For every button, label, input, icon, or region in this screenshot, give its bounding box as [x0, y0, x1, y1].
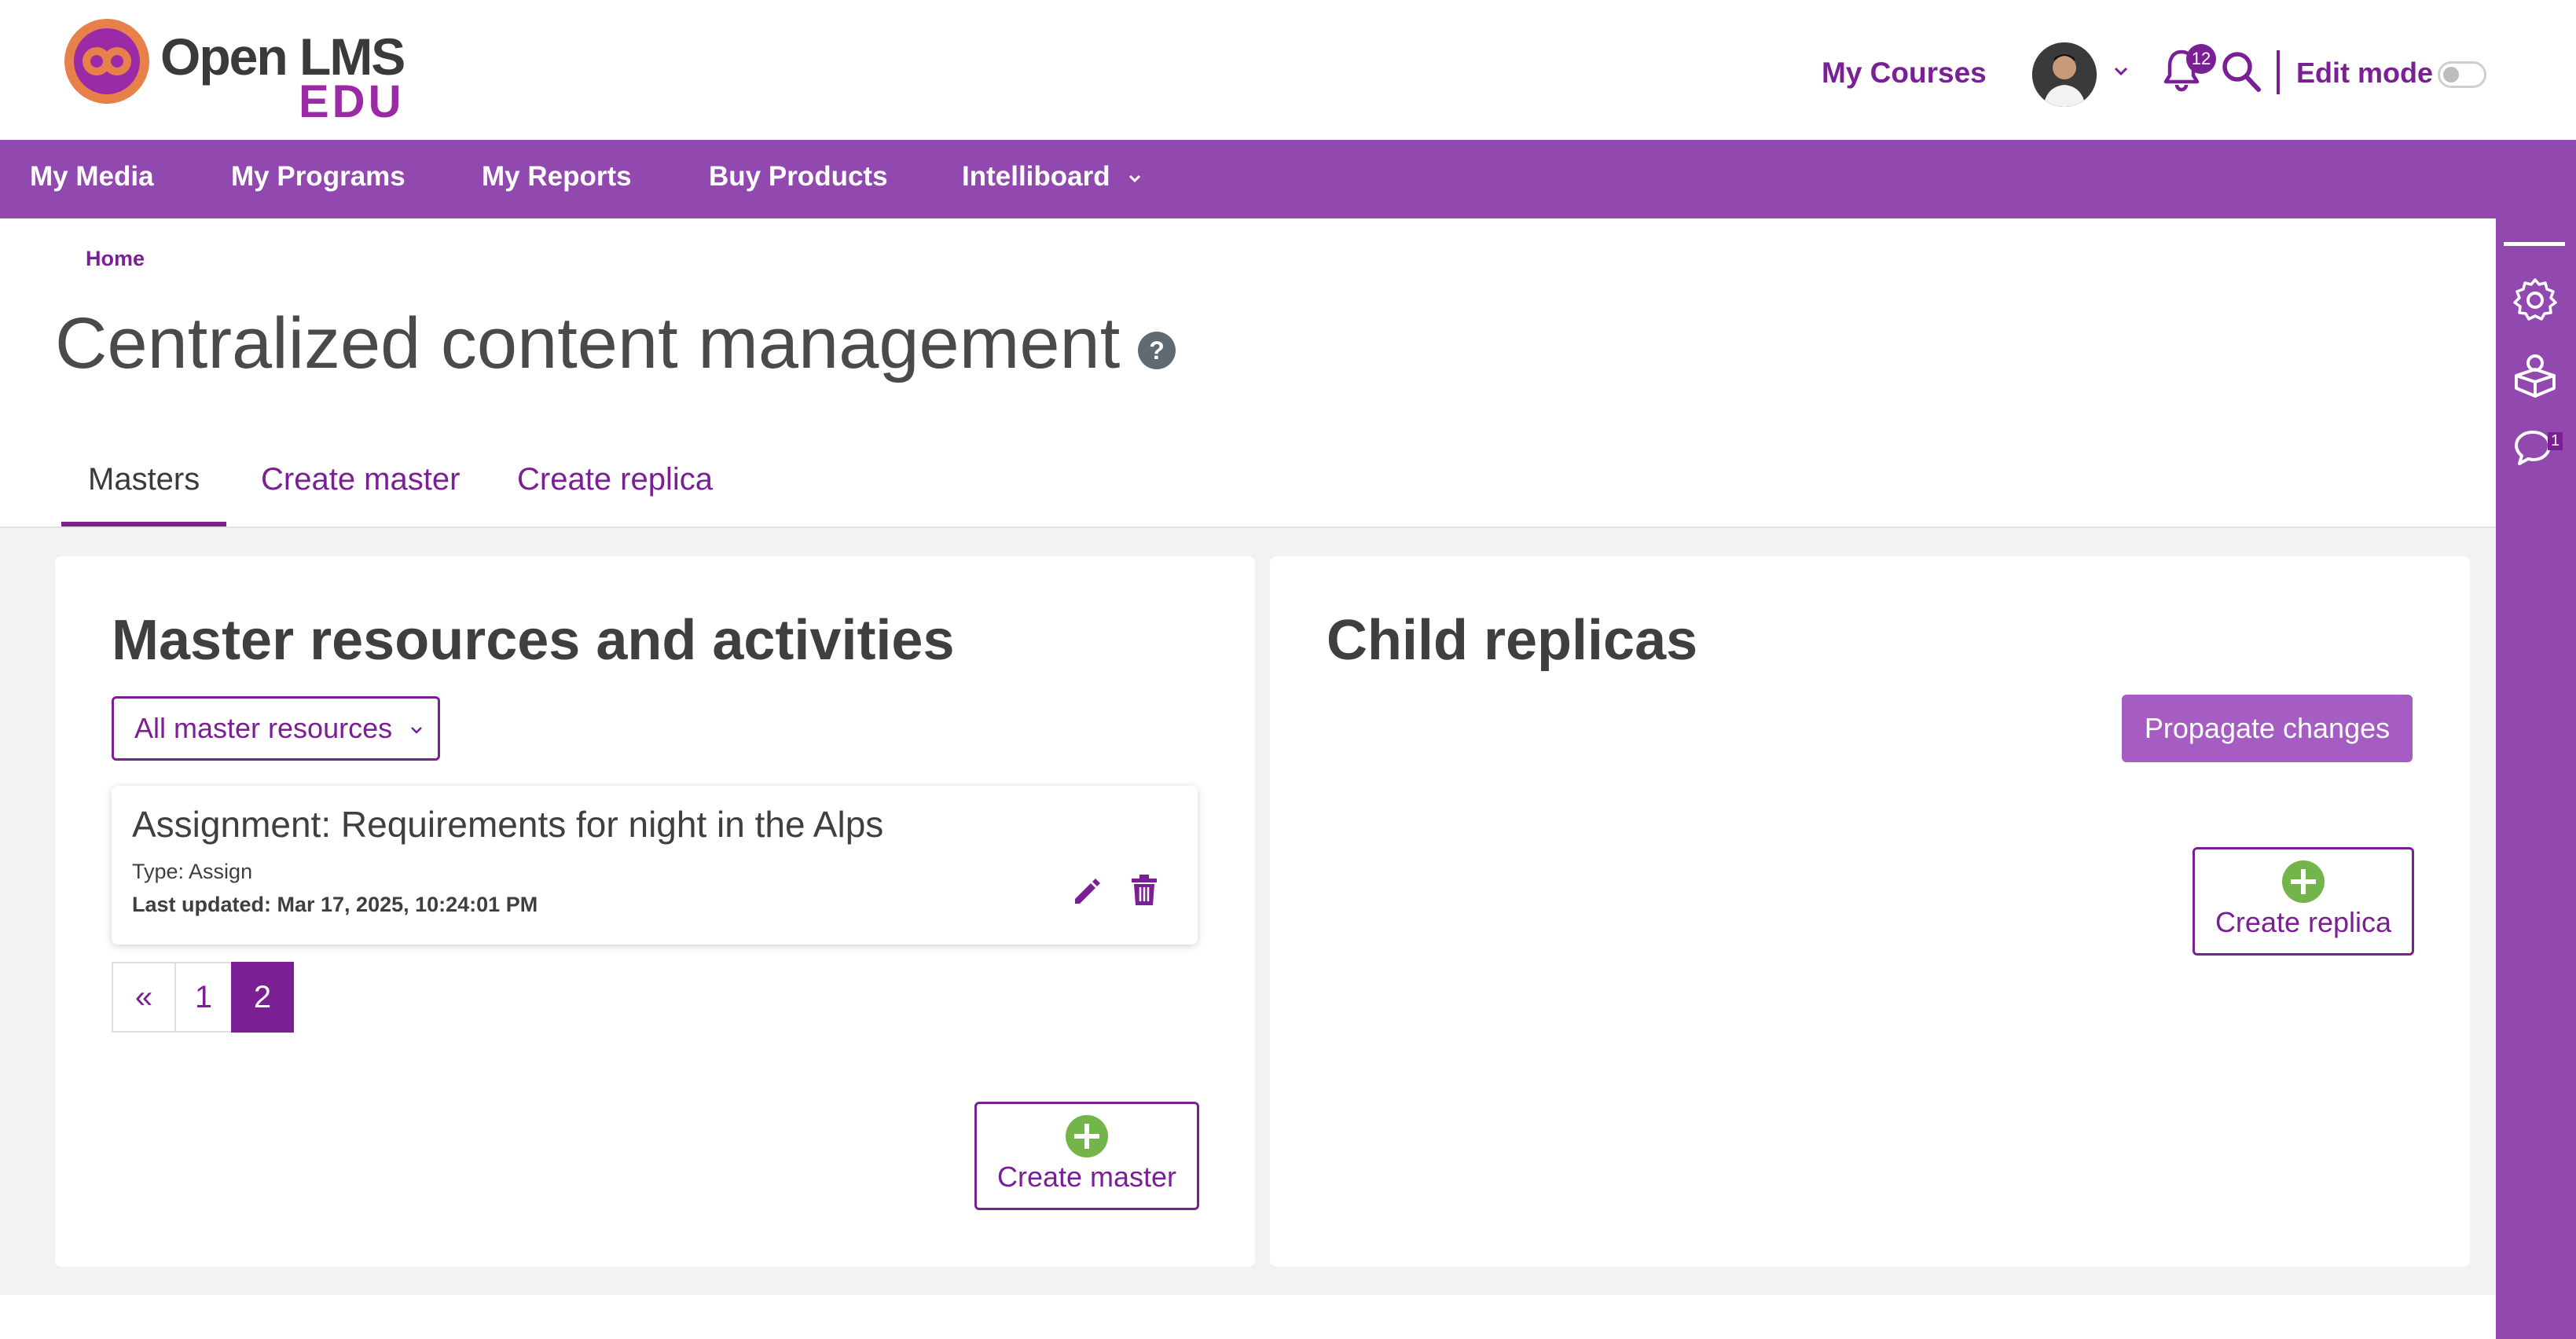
right-drawer-rail: 1: [2496, 218, 2576, 1339]
create-replica-button-label: Create replica: [2215, 906, 2392, 938]
edit-mode-label: Edit mode: [2296, 57, 2434, 89]
breadcrumb-home-link[interactable]: Home: [86, 247, 145, 271]
messages-count-badge: 1: [2548, 432, 2563, 450]
plus-circle-icon: [2282, 860, 2325, 903]
master-resources-filter-label: All master resources: [134, 712, 393, 744]
master-resource-last-updated: Last updated: Mar 17, 2025, 10:24:01 PM: [132, 893, 538, 916]
master-resources-filter-dropdown[interactable]: All master resources: [112, 696, 440, 761]
plus-circle-icon: [1066, 1115, 1108, 1157]
my-courses-link[interactable]: My Courses: [1822, 57, 1987, 90]
nav-item-my-reports[interactable]: My Reports: [482, 140, 632, 218]
tab-masters[interactable]: Masters: [88, 462, 200, 497]
master-resource-title: Assignment: Requirements for night in th…: [132, 804, 884, 845]
nav-item-intelliboard-label: Intelliboard: [962, 161, 1110, 192]
page-title: Centralized content management: [55, 303, 1121, 383]
intelliboard-chevron-down-icon: [1129, 174, 1141, 182]
propagate-changes-button[interactable]: Propagate changes: [2122, 695, 2413, 762]
replicas-card: Child replicas Propagate changes Create …: [1270, 556, 2470, 1267]
create-master-button[interactable]: Create master: [974, 1102, 1199, 1210]
delete-trash-icon[interactable]: [1130, 874, 1158, 907]
edit-mode-toggle-knob: [2443, 67, 2459, 83]
user-avatar[interactable]: [2032, 42, 2097, 107]
header-divider: [2277, 50, 2280, 94]
tab-bar: Masters Create master Create replica: [0, 456, 2496, 528]
nav-item-my-programs[interactable]: My Programs: [231, 140, 405, 218]
create-master-button-label: Create master: [996, 1161, 1177, 1193]
user-menu-chevron-down-icon[interactable]: [2112, 63, 2130, 80]
pagination-page-1[interactable]: 1: [174, 962, 233, 1033]
help-icon[interactable]: ?: [1138, 332, 1176, 369]
logo-sub: EDU: [299, 76, 405, 127]
search-icon[interactable]: [2221, 50, 2262, 94]
notifications-badge: 12: [2186, 44, 2216, 74]
edit-mode-toggle[interactable]: [2438, 61, 2486, 88]
tab-create-master[interactable]: Create master: [261, 462, 460, 497]
filter-chevron-down-icon: [411, 727, 423, 735]
course-index-icon[interactable]: [2512, 352, 2559, 399]
user-avatar-icon: [2032, 42, 2097, 107]
tab-create-replica[interactable]: Create replica: [517, 462, 713, 497]
drawer-handle-line[interactable]: [2504, 242, 2565, 246]
masters-card: Master resources and activities All mast…: [55, 556, 1255, 1267]
logo-mark-icon: [64, 19, 149, 104]
master-resource-item: Assignment: Requirements for night in th…: [112, 786, 1198, 945]
pagination-previous[interactable]: «: [112, 962, 176, 1033]
nav-item-my-media[interactable]: My Media: [30, 140, 154, 218]
pagination-page-2[interactable]: 2: [231, 962, 294, 1033]
create-replica-button[interactable]: Create replica: [2193, 847, 2414, 956]
master-resource-type: Type: Assign: [132, 860, 253, 883]
site-header: Open LMS EDU My Courses 12 Edit mode: [0, 0, 2576, 140]
nav-item-intelliboard[interactable]: Intelliboard: [962, 140, 1143, 218]
replicas-card-title: Child replicas: [1327, 609, 1698, 672]
settings-gear-icon[interactable]: [2512, 277, 2559, 324]
nav-item-buy-products[interactable]: Buy Products: [709, 140, 888, 218]
edit-pencil-icon[interactable]: [1070, 875, 1103, 908]
site-logo[interactable]: Open LMS EDU: [63, 16, 409, 127]
masters-card-title: Master resources and activities: [112, 609, 955, 672]
primary-navigation: My Media My Programs My Reports Buy Prod…: [0, 140, 2576, 218]
